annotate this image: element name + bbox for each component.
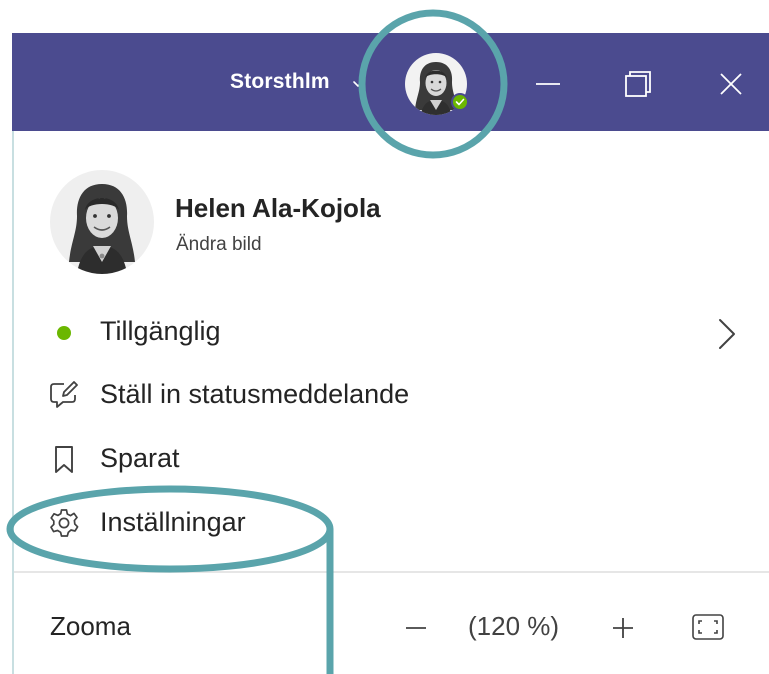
change-photo-link[interactable]: Ändra bild xyxy=(176,234,262,256)
set-status-label: Ställ in statusmeddelande xyxy=(100,379,410,409)
plus-icon[interactable] xyxy=(605,608,641,648)
teams-profile-menu-screenshot: Storsthlm Helen Ala-Kojola Ändra bild Ti… xyxy=(0,0,769,674)
chevron-right-icon xyxy=(719,319,735,349)
bookmark-icon xyxy=(55,446,73,473)
saved-label: Sparat xyxy=(100,443,180,473)
menu-item-settings[interactable]: Inställningar xyxy=(48,499,738,547)
gear-icon xyxy=(50,509,79,537)
organization-name[interactable]: Storsthlm xyxy=(230,70,330,94)
minimize-icon[interactable] xyxy=(522,58,574,110)
chevron-down-icon[interactable] xyxy=(352,78,364,90)
close-icon[interactable] xyxy=(705,58,757,110)
menu-divider xyxy=(14,571,769,573)
availability-badge xyxy=(453,95,467,109)
edit-message-icon xyxy=(50,381,78,408)
status-dot-icon xyxy=(57,326,71,340)
profile-picture[interactable] xyxy=(50,170,154,274)
minus-icon[interactable] xyxy=(400,608,432,648)
fullscreen-icon[interactable] xyxy=(690,612,726,642)
menu-item-set-status[interactable]: Ställ in statusmeddelande xyxy=(48,371,738,419)
zoom-level: (120 %) xyxy=(468,611,560,641)
menu-item-availability[interactable]: Tillgänglig xyxy=(48,308,738,356)
zoom-label: Zooma xyxy=(50,611,131,641)
profile-name: Helen Ala-Kojola xyxy=(175,193,381,223)
menu-item-saved[interactable]: Sparat xyxy=(48,435,738,483)
restore-icon[interactable] xyxy=(612,58,664,110)
availability-label: Tillgänglig xyxy=(100,316,221,346)
profile-avatar-button[interactable] xyxy=(402,50,470,118)
settings-label: Inställningar xyxy=(100,507,246,537)
